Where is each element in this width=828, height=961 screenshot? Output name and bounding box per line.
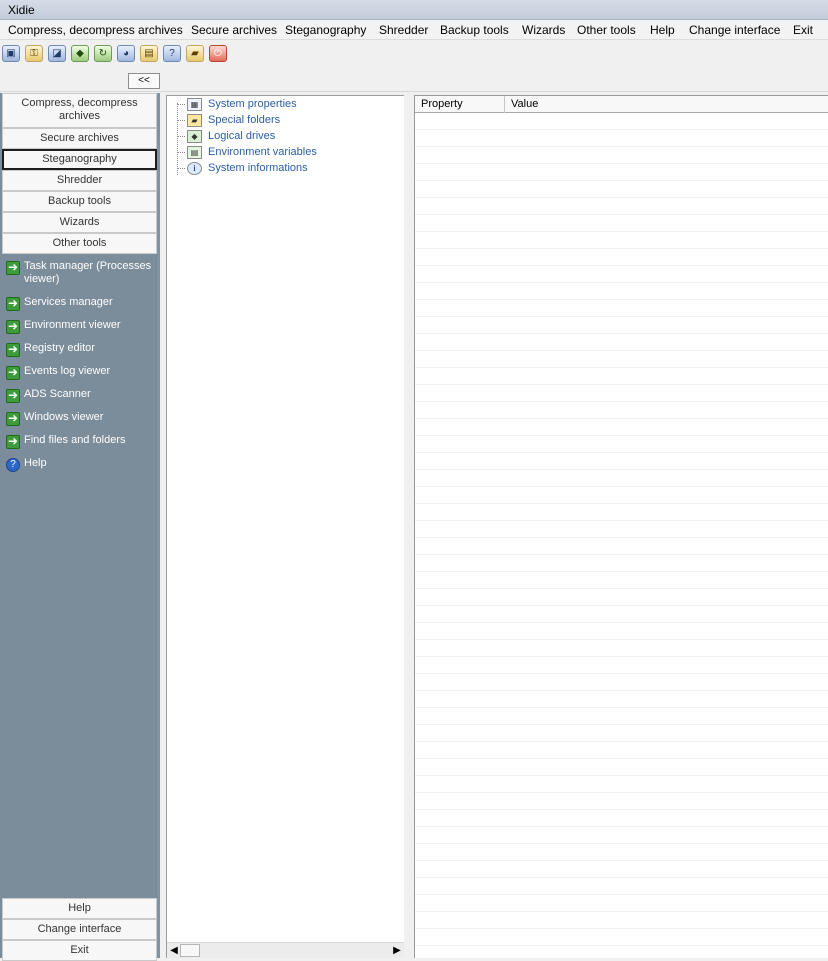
column-property[interactable]: Property: [415, 96, 505, 113]
bottom-change-interface-button[interactable]: Change interface: [2, 919, 157, 940]
tree-item-label: System properties: [208, 98, 297, 110]
title-bar: Xidie: [0, 0, 828, 20]
category-backup-tools[interactable]: Backup tools: [2, 191, 157, 212]
tree-item-label: Logical drives: [208, 130, 276, 142]
menu-bar: Compress, decompress archives Secure arc…: [0, 20, 828, 40]
windows-viewer-label: Windows viewer: [24, 411, 104, 423]
scroll-thumb[interactable]: [180, 944, 200, 957]
menu-wizards[interactable]: Wizards: [522, 23, 565, 37]
tree-connector-stub: [177, 152, 185, 153]
menu-other-tools[interactable]: Other tools: [577, 23, 636, 37]
scroll-left-icon[interactable]: ◀: [168, 945, 180, 957]
scroll-right-icon[interactable]: ▶: [391, 945, 403, 957]
environment-viewer-item[interactable]: ➜ Environment viewer: [4, 319, 158, 342]
menu-secure-archives[interactable]: Secure archives: [191, 23, 277, 37]
recycle-icon[interactable]: ↻: [94, 45, 112, 62]
arrow-icon: ➜: [6, 365, 20, 380]
image-icon[interactable]: ◪: [48, 45, 66, 62]
category-other-tools[interactable]: Other tools: [2, 233, 157, 254]
tree-item-label: Special folders: [208, 114, 281, 126]
app-title: Xidie: [8, 3, 35, 17]
arrow-icon: ➜: [6, 388, 20, 403]
menu-compress[interactable]: Compress, decompress archives: [8, 23, 183, 37]
category-secure-archives[interactable]: Secure archives: [2, 128, 157, 149]
sidebar-help-label: Help: [24, 457, 47, 469]
info-icon: i: [187, 162, 202, 175]
category-steganography[interactable]: Steganography: [2, 149, 157, 170]
category-list: Compress, decompress archives Secure arc…: [2, 93, 157, 254]
menu-shredder[interactable]: Shredder: [379, 23, 428, 37]
column-value[interactable]: Value: [505, 96, 828, 113]
tree-connector-stub: [177, 104, 185, 105]
services-manager-item[interactable]: ➜ Services manager: [4, 296, 158, 319]
arrow-icon: ➜: [6, 296, 20, 311]
tree-connector-line: [177, 103, 178, 175]
find-files-label: Find files and folders: [24, 434, 126, 446]
windows-viewer-item[interactable]: ➜ Windows viewer: [4, 411, 158, 434]
menu-change-interface[interactable]: Change interface: [689, 23, 780, 37]
bottom-help-button[interactable]: Help: [2, 898, 157, 919]
collapse-sidebar-button[interactable]: <<: [128, 73, 160, 89]
tree-connector-stub: [177, 120, 185, 121]
registry-editor-item[interactable]: ➜ Registry editor: [4, 342, 158, 365]
tree-item-label: System informations: [208, 162, 308, 174]
task-manager-item[interactable]: ➜ Task manager (Processes viewer): [4, 260, 158, 296]
arrow-icon: ➜: [6, 411, 20, 426]
category-compress[interactable]: Compress, decompress archives: [2, 93, 157, 128]
task-manager-label: Task manager (Processes viewer): [24, 260, 152, 285]
arrow-icon: ➜: [6, 319, 20, 334]
ads-scanner-label: ADS Scanner: [24, 388, 91, 400]
menu-help[interactable]: Help: [650, 23, 675, 37]
tree-connector-stub: [177, 136, 185, 137]
sidebar-bottom-buttons: Help Change interface Exit: [2, 898, 157, 961]
ads-scanner-item[interactable]: ➜ ADS Scanner: [4, 388, 158, 411]
folder-icon[interactable]: ▰: [186, 45, 204, 62]
task-list: ➜ Task manager (Processes viewer) ➜ Serv…: [4, 260, 158, 480]
arrow-icon: ➜: [6, 342, 20, 357]
key-icon[interactable]: ⚿: [25, 45, 43, 62]
find-files-item[interactable]: ➜ Find files and folders: [4, 434, 158, 457]
toolbar: ▣ ⚿ ◪ ◆ ↻ ◕ ▤ ? ▰ ⏻ <<: [0, 40, 828, 92]
shield-icon[interactable]: ◆: [71, 45, 89, 62]
category-wizards[interactable]: Wizards: [2, 212, 157, 233]
help-icon[interactable]: ?: [163, 45, 181, 62]
category-shredder[interactable]: Shredder: [2, 170, 157, 191]
events-log-viewer-item[interactable]: ➜ Events log viewer: [4, 365, 158, 388]
sidebar: Compress, decompress archives Secure arc…: [0, 93, 160, 961]
registry-editor-label: Registry editor: [24, 342, 95, 354]
tree-connector-stub: [177, 168, 185, 169]
menu-backup-tools[interactable]: Backup tools: [440, 23, 509, 37]
folder-icon: ▰: [187, 114, 202, 127]
drive-icon: ◆: [187, 130, 202, 143]
grid-rows: [415, 113, 828, 958]
archive-icon[interactable]: ▤: [140, 45, 158, 62]
pane-splitter[interactable]: [405, 95, 413, 958]
variables-icon: ▤: [187, 146, 202, 159]
services-manager-label: Services manager: [24, 296, 113, 308]
menu-exit[interactable]: Exit: [793, 23, 813, 37]
events-log-viewer-label: Events log viewer: [24, 365, 111, 377]
property-grid: Property Value: [414, 95, 828, 958]
tree-item-label: Environment variables: [208, 146, 317, 158]
compress-icon[interactable]: ▣: [2, 45, 20, 62]
power-icon[interactable]: ⏻: [209, 45, 227, 62]
environment-viewer-label: Environment viewer: [24, 319, 121, 331]
system-tree-pane: ▦ System properties ▰ Special folders ◆ …: [166, 95, 404, 958]
sidebar-help-item[interactable]: ? Help: [4, 457, 158, 480]
help-icon: ?: [6, 458, 20, 472]
properties-icon: ▦: [187, 98, 202, 111]
tree-horizontal-scrollbar[interactable]: ◀ ▶: [167, 942, 404, 958]
arrow-icon: ➜: [6, 260, 20, 275]
menu-steganography[interactable]: Steganography: [285, 23, 366, 37]
arrow-icon: ➜: [6, 434, 20, 449]
users-icon[interactable]: ◕: [117, 45, 135, 62]
grid-header: Property Value: [415, 96, 828, 113]
